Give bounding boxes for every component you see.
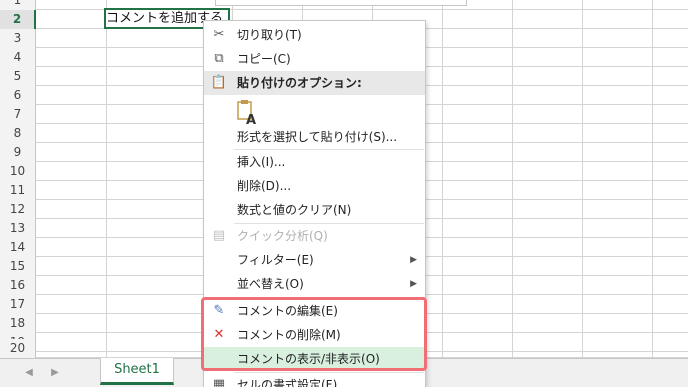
row-number[interactable]: 14 (0, 238, 36, 257)
paste-options-label: 貼り付けのオプション: (237, 76, 362, 90)
paste-values-icon[interactable]: A (236, 99, 258, 128)
menu-item-quick-analysis: ▤ クイック分析(Q) (204, 224, 425, 248)
menu-item-label: コピー(C) (237, 52, 291, 66)
row-number[interactable]: 9 (0, 143, 36, 162)
clipboard-icon: 📋 (210, 75, 228, 90)
submenu-arrow-icon: ▶ (410, 255, 417, 265)
row-number[interactable]: 15 (0, 257, 36, 276)
menu-item-copy[interactable]: ⧉ コピー(C) (204, 47, 425, 71)
submenu-arrow-icon: ▶ (410, 279, 417, 289)
row-number[interactable]: 6 (0, 86, 36, 105)
menu-item-label: クイック分析(Q) (237, 229, 328, 243)
menu-item-sort[interactable]: 並べ替え(O) ▶ (204, 272, 425, 296)
paste-options-header: 📋 貼り付けのオプション: (204, 71, 425, 95)
highlight-annotation-box (201, 297, 427, 371)
row-number[interactable]: 3 (0, 29, 36, 48)
svg-text:A: A (246, 113, 256, 125)
menu-item-label: 削除(D)... (237, 179, 292, 193)
row-number[interactable]: 1 (0, 0, 36, 10)
row-number[interactable]: 16 (0, 276, 36, 295)
menu-item-label: 挿入(I)... (237, 155, 286, 169)
sheet-tab[interactable]: Sheet1 (100, 358, 174, 385)
menu-item-filter[interactable]: フィルター(E) ▶ (204, 248, 425, 272)
row-number[interactable]: 4 (0, 48, 36, 67)
row-number[interactable]: 20 (0, 339, 36, 358)
quick-analysis-icon: ▤ (212, 228, 226, 243)
row-number[interactable]: 8 (0, 124, 36, 143)
row-number[interactable]: 7 (0, 105, 36, 124)
menu-item-delete[interactable]: 削除(D)... (204, 174, 425, 198)
paste-clipboard-a-icon: A (237, 100, 256, 128)
row-number[interactable]: 12 (0, 200, 36, 219)
row-number[interactable]: 11 (0, 181, 36, 200)
menu-item-label: フィルター(E) (237, 253, 314, 267)
row-number[interactable]: 13 (0, 219, 36, 238)
menu-item-insert[interactable]: 挿入(I)... (204, 150, 425, 174)
previous-popup-edge (215, 0, 467, 6)
prev-sheet-icon[interactable]: ◀ (22, 366, 36, 380)
row-number[interactable]: 17 (0, 295, 36, 314)
format-cells-icon: ▦ (212, 377, 226, 387)
scissors-icon: ✂ (213, 27, 225, 42)
paste-options-row: 📋 貼り付けのオプション: (204, 71, 425, 95)
menu-item-paste-special[interactable]: 形式を選択して貼り付け(S)... (204, 125, 425, 149)
menu-item-label: 切り取り(T) (237, 28, 302, 42)
menu-item-format-cells[interactable]: ▦ セルの書式設定(F)... (204, 373, 425, 387)
menu-item-clear-contents[interactable]: 数式と値のクリア(N) (204, 198, 425, 222)
menu-item-label: 形式を選択して貼り付け(S)... (237, 130, 398, 144)
next-sheet-icon[interactable]: ▶ (48, 366, 62, 380)
copy-icon: ⧉ (214, 51, 224, 66)
row-number[interactable]: 5 (0, 67, 36, 86)
menu-item-label: セルの書式設定(F)... (237, 378, 349, 387)
row-number[interactable]: 10 (0, 162, 36, 181)
menu-item-cut[interactable]: ✂ 切り取り(T) (204, 23, 425, 47)
row-number-active[interactable]: 2 (0, 10, 36, 29)
menu-item-label: 並べ替え(O) (237, 277, 304, 291)
menu-item-label: 数式と値のクリア(N) (237, 203, 352, 217)
row-number[interactable]: 18 (0, 314, 36, 333)
